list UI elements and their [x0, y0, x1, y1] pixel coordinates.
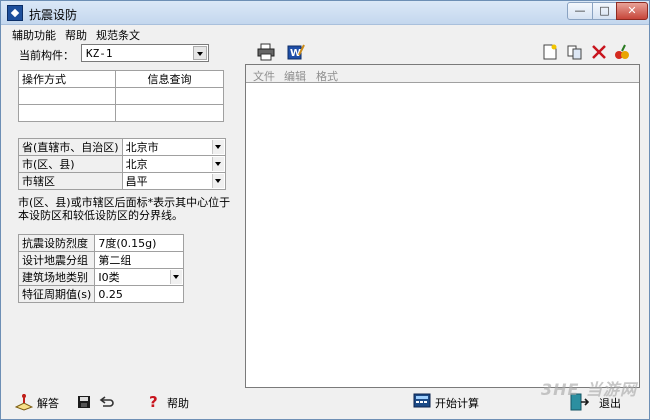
boundary-note: 市(区、县)或市辖区后面标*表示其中心位于本设防区和较低设防区的分界线。 — [18, 196, 231, 222]
maximize-button[interactable]: □ — [592, 2, 617, 20]
table-cell[interactable] — [115, 87, 224, 105]
component-value: KZ-1 — [86, 47, 113, 60]
start-calc-label: 开始计算 — [435, 397, 479, 410]
intensity-label: 抗震设防烈度 — [17, 234, 96, 252]
period-value: 0.25 — [94, 285, 184, 303]
menu-code-articles[interactable]: 规范条文 — [96, 27, 140, 43]
province-select[interactable]: 北京市 — [121, 138, 227, 156]
help-label: 帮助 — [167, 397, 189, 410]
operation-table: 操作方式 信息查询 — [18, 70, 224, 122]
explain-button[interactable]: 解答 — [14, 393, 65, 411]
province-label: 省(直辖市、自治区) — [18, 138, 123, 156]
main-window: 抗震设防 — □ ✕ 辅助功能 帮助 规范条文 当前构件： KZ-1 W 操作方… — [0, 0, 650, 420]
window-title: 抗震设防 — [29, 8, 78, 22]
printer-icon[interactable] — [257, 43, 275, 61]
copy-icon[interactable] — [566, 43, 584, 61]
table-cell[interactable] — [18, 87, 116, 105]
city-select[interactable]: 北京 — [121, 155, 227, 173]
watermark-logo: 3HE 当游网 — [541, 380, 638, 399]
close-button[interactable]: ✕ — [616, 2, 648, 20]
help-button[interactable]: ? 帮助 — [147, 393, 197, 411]
start-calc-button[interactable]: 开始计算 — [413, 393, 483, 411]
district-label: 市辖区 — [18, 172, 123, 190]
component-select[interactable]: KZ-1 — [81, 44, 209, 62]
explain-icon — [14, 394, 34, 411]
site-class-select[interactable]: Ⅰ0类 — [94, 268, 184, 286]
delete-icon[interactable] — [590, 43, 608, 61]
city-label: 市(区、县) — [18, 155, 123, 173]
calculator-icon — [413, 393, 431, 408]
editor-menu-edit[interactable]: 编辑 — [284, 68, 306, 84]
location-table: 省(直辖市、自治区) 北京市 市(区、县) 北京 市辖区 昌平 — [18, 138, 227, 190]
question-icon: ? — [149, 393, 158, 411]
menu-help[interactable]: 帮助 — [65, 27, 87, 43]
editor-menu-file[interactable]: 文件 — [253, 68, 275, 84]
chevron-down-icon[interactable] — [212, 174, 224, 188]
chevron-down-icon[interactable] — [170, 270, 182, 284]
province-value: 北京市 — [125, 141, 159, 154]
current-component-label: 当前构件： — [19, 49, 74, 62]
clear-icon[interactable] — [613, 43, 631, 61]
word-export-icon[interactable]: W — [287, 43, 305, 61]
save-icon[interactable] — [77, 395, 91, 409]
undo-icon[interactable] — [99, 395, 115, 409]
editor-menu-bar: 文件 编辑 格式 — [246, 65, 639, 83]
minimize-button[interactable]: — — [567, 2, 593, 20]
district-select[interactable]: 昌平 — [121, 172, 227, 190]
intensity-value: 7度(0.15g) — [94, 234, 184, 252]
operation-mode-header: 操作方式 — [18, 70, 116, 88]
site-class-label: 建筑场地类别 — [17, 268, 96, 286]
site-class-value: Ⅰ0类 — [98, 271, 120, 284]
chevron-down-icon[interactable] — [212, 140, 224, 154]
period-label: 特征周期值(s) — [17, 285, 96, 303]
explain-label: 解答 — [37, 397, 59, 410]
group-label: 设计地震分组 — [17, 251, 96, 269]
title-bar[interactable]: 抗震设防 — □ ✕ — [1, 1, 649, 25]
table-cell[interactable] — [115, 104, 224, 122]
editor-menu-format[interactable]: 格式 — [316, 68, 338, 84]
district-value: 昌平 — [125, 175, 148, 188]
group-value: 第二组 — [94, 251, 184, 269]
chevron-down-icon[interactable] — [193, 46, 207, 60]
svg-text:?: ? — [149, 394, 158, 410]
table-cell[interactable] — [18, 104, 116, 122]
seismic-table: 抗震设防烈度 7度(0.15g) 设计地震分组 第二组 建筑场地类别 Ⅰ0类 特… — [17, 234, 184, 303]
menu-bar: 辅助功能 帮助 规范条文 — [1, 25, 649, 43]
menu-tools[interactable]: 辅助功能 — [12, 27, 56, 43]
info-query-header: 信息查询 — [115, 70, 224, 88]
result-editor[interactable]: 文件 编辑 格式 — [245, 64, 640, 388]
city-value: 北京 — [125, 158, 148, 171]
app-icon — [7, 5, 23, 21]
chevron-down-icon[interactable] — [212, 157, 224, 171]
new-file-icon[interactable] — [541, 43, 559, 61]
